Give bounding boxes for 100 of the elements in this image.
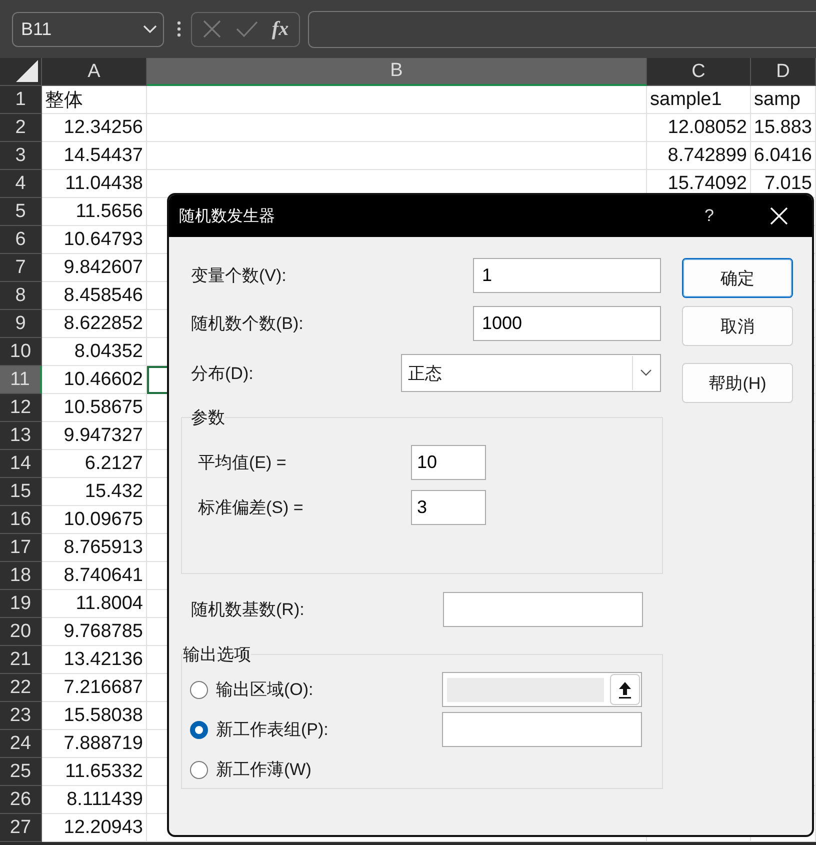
table-cell: 整体: [42, 86, 147, 114]
table-cell: 10.64793: [42, 226, 147, 254]
radio-button[interactable]: [190, 720, 208, 738]
row-header[interactable]: 15: [0, 478, 42, 506]
upload-arrow-icon[interactable]: [618, 680, 632, 698]
table-cell: 12.08052: [647, 114, 751, 142]
table-cell: 10.46602: [42, 366, 147, 394]
dialog-title: 随机数发生器: [179, 206, 276, 226]
table-cell: 7.216687: [42, 674, 147, 702]
select-all-icon[interactable]: [16, 60, 38, 82]
row-header[interactable]: 16: [0, 506, 42, 534]
column-header[interactable]: B: [147, 58, 647, 86]
row-header[interactable]: 21: [0, 646, 42, 674]
table-cell: 13.42136: [42, 646, 147, 674]
name-box[interactable]: B11: [12, 12, 164, 46]
row-header[interactable]: 7: [0, 254, 42, 282]
row-header[interactable]: 27: [0, 814, 42, 842]
column-header[interactable]: C: [647, 58, 751, 86]
option-label[interactable]: 新工作表组(P):: [216, 718, 442, 741]
table-cell: 15.58038: [42, 702, 147, 730]
row-header[interactable]: 4: [0, 170, 42, 198]
row-header[interactable]: 26: [0, 786, 42, 814]
option-label[interactable]: 输出区域(O):: [216, 678, 442, 701]
group-title: 输出选项: [183, 644, 251, 666]
table-cell: 11.04438: [42, 170, 147, 198]
row-header[interactable]: 9: [0, 310, 42, 338]
close-icon[interactable]: [770, 207, 788, 225]
table-cell: 11.65332: [42, 758, 147, 786]
field-label: 随机数个数(B):: [191, 313, 304, 335]
row-header[interactable]: 20: [0, 618, 42, 646]
row-header[interactable]: 22: [0, 674, 42, 702]
column-header[interactable]: D: [751, 58, 816, 86]
table-cell: 12.34256: [42, 114, 147, 142]
row-header[interactable]: 11: [0, 366, 42, 394]
dialog-button[interactable]: 帮助(H): [682, 363, 793, 403]
input-field[interactable]: 10: [411, 445, 486, 480]
input-field[interactable]: 3: [411, 490, 486, 525]
row-header[interactable]: 14: [0, 450, 42, 478]
table-cell: 8.04352: [42, 338, 147, 366]
table-cell: 8.765913: [42, 534, 147, 562]
row-header[interactable]: 1: [0, 86, 42, 114]
distribution-dropdown[interactable]: 正态: [401, 354, 661, 392]
table-cell: 8.622852: [42, 310, 147, 338]
help-button[interactable]: ?: [704, 206, 714, 226]
table-cell: 15.432: [42, 478, 147, 506]
table-cell: samp: [751, 86, 816, 114]
table-cell: 14.54437: [42, 142, 147, 170]
table-cell: 11.8004: [42, 590, 147, 618]
table-cell: 11.5656: [42, 198, 147, 226]
row-header[interactable]: 8: [0, 282, 42, 310]
row-header[interactable]: 13: [0, 422, 42, 450]
insert-function-button[interactable]: fx: [272, 18, 289, 40]
table-cell: 9.947327: [42, 422, 147, 450]
table-cell: 12.20943: [42, 814, 147, 842]
table-cell: 15.883: [751, 114, 816, 142]
formula-field[interactable]: [308, 10, 816, 48]
row-header[interactable]: 17: [0, 534, 42, 562]
radio-button[interactable]: [190, 760, 208, 778]
row-header[interactable]: 24: [0, 730, 42, 758]
row-header[interactable]: 2: [0, 114, 42, 142]
table-cell: 9.842607: [42, 254, 147, 282]
dialog-button[interactable]: 确定: [682, 258, 793, 298]
chevron-down-icon[interactable]: [640, 369, 652, 377]
row-header[interactable]: 12: [0, 394, 42, 422]
table-cell: 6.2127: [42, 450, 147, 478]
input-field[interactable]: 1: [473, 258, 661, 293]
option-label[interactable]: 新工作薄(W): [216, 758, 642, 781]
row-header[interactable]: 18: [0, 562, 42, 590]
group-title: 参数: [191, 407, 225, 429]
row-header[interactable]: 6: [0, 226, 42, 254]
more-options-icon[interactable]: [177, 20, 181, 38]
table-cell: 8.742899: [647, 142, 751, 170]
row-header[interactable]: 5: [0, 198, 42, 226]
table-cell: 8.111439: [42, 786, 147, 814]
range-field[interactable]: [442, 672, 642, 707]
table-cell: 6.0416: [751, 142, 816, 170]
field-label: 变量个数(V):: [191, 265, 286, 287]
table-cell: 8.458546: [42, 282, 147, 310]
table-cell: 9.768785: [42, 618, 147, 646]
column-header[interactable]: A: [42, 58, 147, 86]
row-header[interactable]: 10: [0, 338, 42, 366]
field-label: 平均值(E) =: [198, 452, 288, 474]
input-field[interactable]: 1000: [473, 306, 661, 341]
table-cell: 10.58675: [42, 394, 147, 422]
table-cell: sample1: [647, 86, 751, 114]
check-icon[interactable]: [235, 19, 260, 39]
dialog-button[interactable]: 取消: [682, 306, 793, 346]
radio-button[interactable]: [190, 680, 208, 698]
table-cell: 10.09675: [42, 506, 147, 534]
row-header[interactable]: 25: [0, 758, 42, 786]
table-cell: 7.888719: [42, 730, 147, 758]
field-label: 标准偏差(S) =: [198, 497, 304, 519]
collapse-button[interactable]: [610, 674, 640, 705]
input-field[interactable]: [442, 712, 642, 747]
field-label: 分布(D):: [191, 362, 254, 384]
row-header[interactable]: 23: [0, 702, 42, 730]
input-field[interactable]: [443, 592, 643, 627]
row-header[interactable]: 3: [0, 142, 42, 170]
row-header[interactable]: 19: [0, 590, 42, 618]
field-label: 随机数基数(R):: [191, 599, 304, 621]
